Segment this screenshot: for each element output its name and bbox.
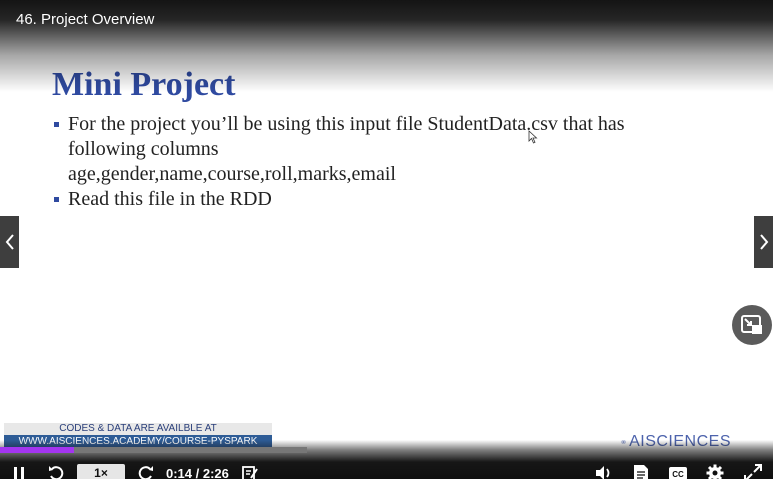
video-player[interactable]: Mini Project For the project you’ll be u… bbox=[0, 0, 773, 479]
volume-icon bbox=[596, 466, 610, 479]
chevron-right-icon bbox=[759, 234, 768, 250]
next-lecture-button[interactable] bbox=[754, 216, 773, 268]
banner-caption: CODES & DATA ARE AVAILBLE AT bbox=[4, 423, 272, 435]
mouse-cursor-icon bbox=[528, 130, 538, 144]
playback-speed-button[interactable]: 1× bbox=[77, 464, 125, 479]
settings-button[interactable] bbox=[705, 464, 725, 479]
time-display: 0:14 / 2:26 bbox=[166, 466, 229, 479]
bullet-line: following columns bbox=[68, 138, 219, 160]
bullet-marker bbox=[54, 122, 59, 127]
slide-bullet: For the project you’ll be using this inp… bbox=[54, 112, 714, 187]
progress-fill bbox=[0, 447, 74, 453]
volume-button[interactable] bbox=[594, 464, 614, 479]
rewind-icon bbox=[49, 466, 64, 479]
pause-icon bbox=[14, 467, 24, 479]
bullet-marker bbox=[54, 197, 59, 202]
picture-in-picture-button[interactable] bbox=[732, 305, 772, 345]
expand-icon bbox=[744, 464, 762, 479]
captions-button[interactable]: CC bbox=[668, 464, 688, 479]
transcript-button[interactable] bbox=[632, 464, 650, 479]
previous-lecture-button[interactable] bbox=[0, 216, 19, 268]
forward-5s-button[interactable] bbox=[137, 464, 155, 479]
svg-text:CC: CC bbox=[672, 470, 684, 479]
slide-bullet: Read this file in the RDD bbox=[54, 187, 714, 212]
transcript-icon bbox=[634, 465, 648, 479]
slide-bullet-list: For the project you’ll be using this inp… bbox=[54, 112, 714, 212]
bullet-line: For the project you’ll be using this inp… bbox=[68, 113, 625, 135]
gear-icon bbox=[706, 464, 724, 479]
fullscreen-button[interactable] bbox=[743, 464, 763, 479]
title-bar: 46. Project Overview bbox=[0, 0, 773, 92]
closed-captions-icon: CC bbox=[669, 467, 687, 479]
lecture-title: 46. Project Overview bbox=[16, 11, 155, 28]
chevron-left-icon bbox=[5, 234, 14, 250]
rewind-5s-button[interactable] bbox=[47, 464, 65, 479]
picture-in-picture-icon bbox=[741, 315, 762, 334]
add-note-button[interactable] bbox=[241, 464, 259, 479]
pause-button[interactable] bbox=[11, 464, 27, 479]
note-icon bbox=[242, 466, 258, 479]
bullet-line: Read this file in the RDD bbox=[68, 188, 272, 210]
bullet-line: age,gender,name,course,roll,marks,email bbox=[68, 163, 396, 185]
forward-icon bbox=[138, 466, 153, 479]
